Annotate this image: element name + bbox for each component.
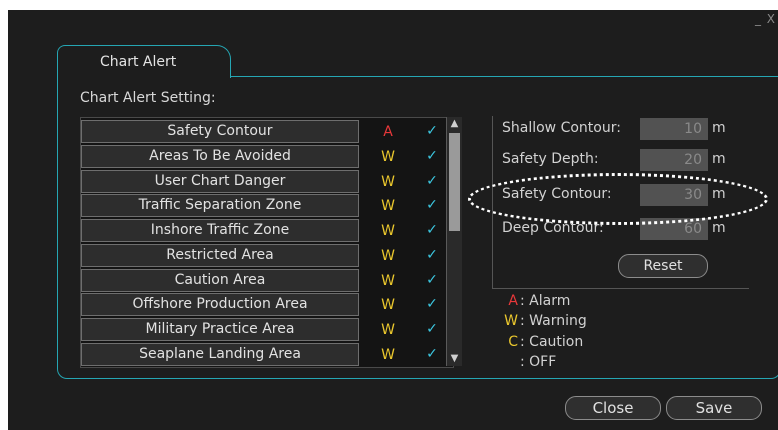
scroll-up-icon[interactable]: ▲ bbox=[447, 117, 462, 131]
legend-caution: C: Caution bbox=[504, 334, 583, 354]
alert-name[interactable]: Caution Area bbox=[81, 269, 359, 292]
safety-depth-label: Safety Depth: bbox=[502, 151, 599, 167]
alert-type[interactable]: W bbox=[361, 293, 415, 316]
legend-alarm: A: Alarm bbox=[504, 293, 570, 313]
list-item[interactable]: Areas To Be Avoided W ✓ bbox=[81, 145, 463, 168]
save-button[interactable]: Save bbox=[666, 396, 762, 420]
legend-text: : Alarm bbox=[520, 293, 571, 309]
reset-button[interactable]: Reset bbox=[618, 254, 708, 278]
list-item[interactable]: Safety Contour A ✓ bbox=[81, 120, 463, 143]
scroll-thumb[interactable] bbox=[449, 133, 460, 231]
list-item[interactable]: Inshore Traffic Zone W ✓ bbox=[81, 219, 463, 242]
unit-label: m bbox=[712, 151, 726, 167]
alert-name[interactable]: Areas To Be Avoided bbox=[81, 145, 359, 168]
legend-text: : Warning bbox=[520, 313, 587, 329]
check-icon[interactable]: ✓ bbox=[419, 318, 445, 341]
unit-label: m bbox=[712, 220, 726, 236]
unit-label: m bbox=[712, 120, 726, 136]
check-icon[interactable]: ✓ bbox=[419, 269, 445, 292]
legend-symbol: W bbox=[504, 313, 518, 329]
alert-name[interactable]: Inshore Traffic Zone bbox=[81, 219, 359, 242]
alert-type[interactable]: W bbox=[361, 244, 415, 267]
alert-type[interactable]: W bbox=[361, 269, 415, 292]
alert-list: Safety Contour A ✓ Areas To Be Avoided W… bbox=[80, 117, 454, 368]
alert-name[interactable]: Traffic Separation Zone bbox=[81, 194, 359, 217]
legend-text: : OFF bbox=[520, 354, 557, 370]
panel-border bbox=[229, 76, 778, 77]
list-item[interactable]: Seaplane Landing Area W ✓ bbox=[81, 343, 463, 366]
check-icon[interactable]: ✓ bbox=[419, 343, 445, 366]
list-item[interactable]: Restricted Area W ✓ bbox=[81, 244, 463, 267]
legend-off: : OFF bbox=[504, 354, 556, 374]
list-item[interactable]: Military Practice Area W ✓ bbox=[81, 318, 463, 341]
check-icon[interactable]: ✓ bbox=[419, 145, 445, 168]
alert-name[interactable]: User Chart Danger bbox=[81, 170, 359, 193]
close-button[interactable]: Close bbox=[565, 396, 661, 420]
window-controls[interactable]: _ X bbox=[755, 12, 776, 26]
list-item[interactable]: User Chart Danger W ✓ bbox=[81, 170, 463, 193]
list-item[interactable]: Traffic Separation Zone W ✓ bbox=[81, 194, 463, 217]
section-title: Chart Alert Setting: bbox=[80, 90, 216, 106]
shallow-contour-input[interactable]: 10 bbox=[640, 118, 708, 140]
check-icon[interactable]: ✓ bbox=[419, 194, 445, 217]
list-item[interactable]: Caution Area W ✓ bbox=[81, 269, 463, 292]
legend-symbol: A bbox=[508, 293, 518, 309]
tab-chart-alert[interactable]: Chart Alert bbox=[57, 45, 231, 78]
scroll-down-icon[interactable]: ▼ bbox=[447, 352, 462, 366]
list-item[interactable]: Offshore Production Area W ✓ bbox=[81, 293, 463, 316]
alert-name[interactable]: Offshore Production Area bbox=[81, 293, 359, 316]
legend-text: : Caution bbox=[520, 334, 584, 350]
highlight-ellipse bbox=[468, 173, 768, 225]
alert-name[interactable]: Restricted Area bbox=[81, 244, 359, 267]
alert-type[interactable]: W bbox=[361, 343, 415, 366]
alert-name[interactable]: Seaplane Landing Area bbox=[81, 343, 359, 366]
shallow-contour-label: Shallow Contour: bbox=[502, 120, 621, 136]
alert-type[interactable]: W bbox=[361, 170, 415, 193]
alert-name[interactable]: Safety Contour bbox=[81, 120, 359, 143]
safety-depth-input[interactable]: 20 bbox=[640, 149, 708, 171]
alert-type[interactable]: W bbox=[361, 145, 415, 168]
legend-warning: W: Warning bbox=[504, 313, 587, 333]
scrollbar[interactable]: ▲ ▼ bbox=[446, 117, 462, 366]
tab-label: Chart Alert bbox=[100, 54, 177, 70]
check-icon[interactable]: ✓ bbox=[419, 244, 445, 267]
check-icon[interactable]: ✓ bbox=[419, 170, 445, 193]
alert-type[interactable]: A bbox=[361, 120, 415, 143]
alert-type[interactable]: W bbox=[361, 219, 415, 242]
alert-type[interactable]: W bbox=[361, 318, 415, 341]
legend-symbol: C bbox=[508, 334, 518, 350]
check-icon[interactable]: ✓ bbox=[419, 293, 445, 316]
alert-type[interactable]: W bbox=[361, 194, 415, 217]
check-icon[interactable]: ✓ bbox=[419, 219, 445, 242]
check-icon[interactable]: ✓ bbox=[419, 120, 445, 143]
alert-name[interactable]: Military Practice Area bbox=[81, 318, 359, 341]
